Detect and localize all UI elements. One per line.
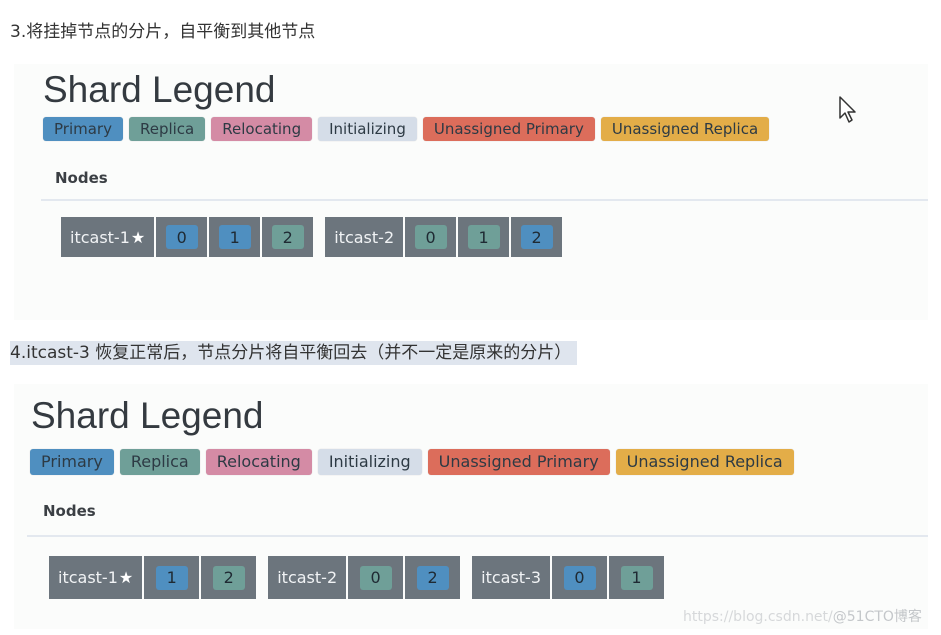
legend-replica: Replica <box>128 117 206 141</box>
step4-caption: 4.itcast-3 恢复正常后，节点分片将自平衡回去（并不一定是原来的分片） <box>10 341 578 365</box>
watermark-url: https://blog.csdn.net/ <box>683 609 833 625</box>
legend-unassigned-replica: Unassigned Replica <box>615 449 794 475</box>
node-name-label: itcast-3 <box>481 568 542 587</box>
shard-legend-title: Shard Legend <box>31 395 264 436</box>
legend-unassigned-replica: Unassigned Replica <box>600 117 770 141</box>
shard-primary[interactable]: 0 <box>165 225 198 249</box>
shard-replica[interactable]: 1 <box>467 225 500 249</box>
shard-replica[interactable]: 1 <box>620 565 653 590</box>
divider <box>27 535 928 537</box>
node-name-label: itcast-1 <box>70 227 130 247</box>
node-itcast-2: itcast-2 0 2 <box>268 556 461 599</box>
node-itcast-1: itcast-1 ★ 1 2 <box>49 556 257 599</box>
shard-cell: 1 <box>458 217 510 257</box>
node-name[interactable]: itcast-2 <box>268 556 347 599</box>
legend-relocating: Relocating <box>205 449 312 475</box>
shard-cell: 2 <box>405 556 461 599</box>
shard-primary[interactable]: 2 <box>520 225 553 249</box>
nodes-heading: Nodes <box>55 169 108 187</box>
legend-replica: Replica <box>119 449 200 475</box>
shard-cell: 2 <box>511 217 563 257</box>
legend-unassigned-primary: Unassigned Primary <box>427 449 610 475</box>
shard-panel-after: Shard Legend Primary Replica Relocating … <box>14 384 928 629</box>
shard-legend: Primary Replica Relocating Initializing … <box>30 449 794 475</box>
divider <box>41 199 928 201</box>
watermark: https://blog.csdn.net/@51CTO博客 <box>683 606 922 626</box>
watermark-brand: @51CTO博客 <box>832 609 922 625</box>
shard-cell: 0 <box>348 556 404 599</box>
node-itcast-3: itcast-3 0 1 <box>472 556 665 599</box>
node-name[interactable]: itcast-1 ★ <box>49 556 143 599</box>
legend-initializing: Initializing <box>318 117 417 141</box>
shard-cell: 0 <box>405 217 457 257</box>
shard-primary[interactable]: 0 <box>563 565 596 590</box>
nodes-list: itcast-1 ★ 1 2 itcast-2 0 2 itcast-3 0 1 <box>49 556 665 599</box>
step3-caption: 3.将挂掉节点的分片，自平衡到其他节点 <box>10 22 316 42</box>
nodes-heading: Nodes <box>43 502 96 520</box>
node-name[interactable]: itcast-1 ★ <box>61 217 155 257</box>
nodes-list: itcast-1 ★ 0 1 2 itcast-2 0 1 2 <box>61 217 563 257</box>
legend-primary: Primary <box>43 117 123 141</box>
shard-cell: 1 <box>209 217 261 257</box>
shard-cell: 1 <box>144 556 200 599</box>
shard-replica[interactable]: 2 <box>271 225 304 249</box>
mouse-cursor-icon <box>839 96 856 123</box>
shard-panel-before: Shard Legend Primary Replica Relocating … <box>14 64 928 320</box>
shard-primary[interactable]: 1 <box>155 565 188 590</box>
shard-cell: 0 <box>552 556 608 599</box>
shard-cell: 1 <box>609 556 665 599</box>
legend-initializing: Initializing <box>317 449 422 475</box>
shard-cell: 2 <box>262 217 314 257</box>
node-name-label: itcast-2 <box>277 568 338 587</box>
shard-cell: 2 <box>201 556 257 599</box>
node-itcast-1: itcast-1 ★ 0 1 2 <box>61 217 314 257</box>
master-star-icon: ★ <box>118 568 134 587</box>
node-name[interactable]: itcast-2 <box>325 217 404 257</box>
node-itcast-2: itcast-2 0 1 2 <box>325 217 563 257</box>
node-name-label: itcast-1 <box>58 568 118 587</box>
master-star-icon: ★ <box>130 227 146 247</box>
shard-replica[interactable]: 2 <box>212 565 245 590</box>
shard-replica[interactable]: 0 <box>414 225 447 249</box>
shard-replica[interactable]: 0 <box>359 565 392 590</box>
legend-relocating: Relocating <box>211 117 313 141</box>
shard-primary[interactable]: 2 <box>416 565 449 590</box>
shard-legend: Primary Replica Relocating Initializing … <box>43 117 770 141</box>
legend-unassigned-primary: Unassigned Primary <box>422 117 595 141</box>
node-name[interactable]: itcast-3 <box>472 556 551 599</box>
shard-primary[interactable]: 1 <box>218 225 251 249</box>
shard-cell: 0 <box>156 217 208 257</box>
node-name-label: itcast-2 <box>334 227 395 247</box>
shard-legend-title: Shard Legend <box>43 69 276 110</box>
legend-primary: Primary <box>30 449 114 475</box>
